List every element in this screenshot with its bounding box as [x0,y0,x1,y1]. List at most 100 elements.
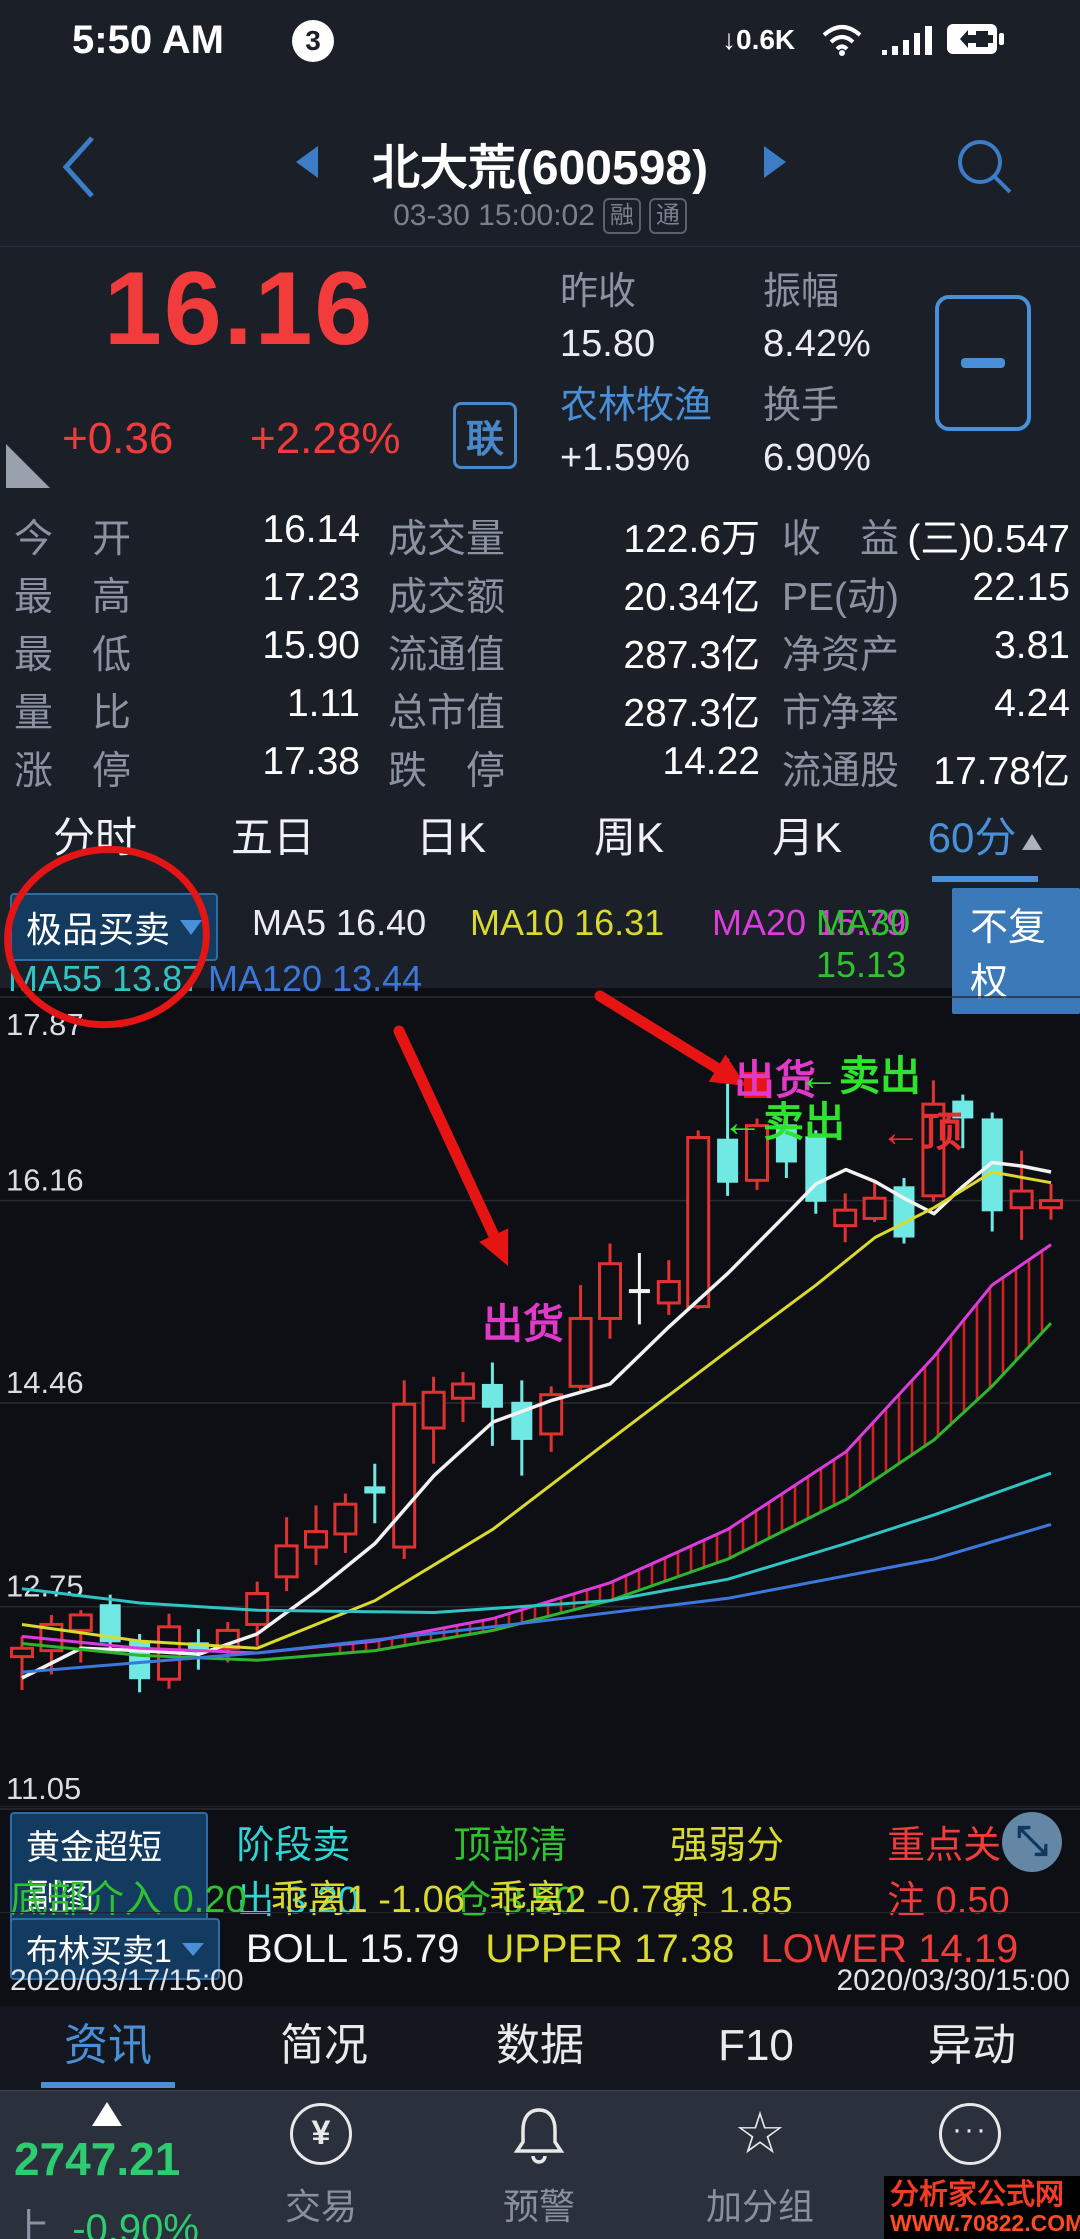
sub1-stat: 乖离2 -0.78 [489,1868,683,1923]
turnover-value: 6.90% [763,438,871,478]
corner-fold-decoration [6,444,50,488]
index-value[interactable]: 2747.21 [14,2132,180,2186]
alert-button[interactable]: 预警 [469,2104,609,2230]
chevron-down-icon [182,1943,204,1956]
tab-weekly-k[interactable]: 周K [540,806,718,882]
minus-icon [961,358,1005,368]
grid-row: 最 高17.23 成交额20.34亿 PE(动)22.15 [0,566,1080,624]
bull-band-hatch [340,1251,1042,1654]
annotation-text: ←卖出 [798,1053,921,1099]
more-icon: ··· [939,2103,1001,2165]
candle-up [70,1615,91,1630]
prev-close-label: 昨收 [560,272,636,312]
candle-up [306,1532,327,1547]
index-change: 上 -0.90% [10,2196,199,2239]
candlestick-chart[interactable]: 17.8716.1614.4612.7511.05出货←卖出←卖出←顶出货 [0,988,1080,1814]
date-start: 2020/03/17/15:00 [10,1964,244,1998]
annotation-text: ←顶 [880,1109,962,1155]
ma-line-ma5 [22,1163,1051,1679]
sector-change: +1.59% [560,438,690,478]
candle-up [600,1264,621,1319]
watermark-url: WWW.70822.COM [890,2210,1080,2236]
trade-button[interactable]: ¥ 交易 [251,2104,391,2230]
candle-up [1011,1191,1032,1208]
price-change: +0.36 [62,414,173,464]
annotation-text: 出货 [482,1301,564,1347]
tab-movement[interactable]: 异动 [864,2006,1080,2090]
ma10-value: MA10 16.31 [470,902,664,944]
candle-up [453,1384,474,1398]
search-icon[interactable] [952,134,1018,200]
grid-row: 最 低15.90 流通值287.3亿 净资产3.81 [0,624,1080,682]
wifi-icon [820,22,864,58]
ma-line-ma10 [22,1172,1051,1648]
stock-title: 北大荒(600598) [0,128,1080,198]
watermark-title: 分析家公式网 [890,2180,1080,2210]
tab-data[interactable]: 数据 [432,2006,648,2090]
sub1-stat: 强弱分界 1.85 [670,1814,863,1924]
sub-indicator-1-row2: 底部介入 0.20 乖离1 -1.06 乖离2 -0.78 [10,1868,683,1923]
clock: 5:50 AM [72,18,224,63]
candle-up [276,1546,297,1577]
candle-up [864,1198,885,1218]
tab-60min[interactable]: 60分 [896,806,1074,882]
grid-row: 量 比1.11 总市值287.3亿 市净率4.24 [0,682,1080,740]
sector-link[interactable]: 农林牧渔 [560,386,712,426]
securities-lending-badge: 通 [649,198,687,234]
price-change-pct: +2.28% [250,414,400,464]
tab-monthly-k[interactable]: 月K [718,806,896,882]
candle-up [394,1404,415,1547]
sub1-stat: 乖离1 -1.06 [271,1868,465,1923]
more-button[interactable]: ··· [900,2104,1040,2178]
star-icon: ☆ [734,2106,786,2162]
tab-f10[interactable]: F10 [648,2006,864,2090]
active-tab-underline [41,2082,175,2088]
candle-up [423,1392,444,1428]
collapse-panel-button[interactable] [935,295,1031,431]
add-group-button[interactable]: ☆ 加分组 [690,2104,830,2230]
candle-down [364,1486,385,1493]
expand-chart-button[interactable]: ⤡ [1002,1812,1062,1872]
amplitude-label: 振幅 [763,272,839,312]
ma30-value: MA30 15.13 [816,902,948,986]
candle-up [570,1318,591,1386]
grid-row: 今 开16.14 成交量122.6万 收 益(三)0.547 [0,508,1080,566]
network-speed: ↓0.6K [722,24,795,56]
bottom-tab-bar: 资讯 简况 数据 F10 异动 [0,2006,1080,2090]
watermark: 分析家公式网 WWW.70822.COM [884,2176,1080,2239]
prev-close-value: 15.80 [560,324,655,364]
ma5-value: MA5 16.40 [252,902,426,944]
active-tab-underline [932,876,1038,882]
candle-up [658,1282,679,1303]
candle-down [717,1139,738,1183]
candle-up [835,1210,856,1225]
current-price: 16.16 [104,250,374,369]
tab-daily-k[interactable]: 日K [362,806,540,882]
status-bar: 5:50 AM 3 ↓0.6K [0,0,1080,80]
annotation-arrow [600,996,717,1068]
bell-icon [511,2104,567,2164]
quote-timestamp-row: 03-30 15:00:02融通 [0,198,1080,234]
quote-timestamp: 03-30 15:00:02 [393,199,595,232]
amplitude-value: 8.42% [763,324,871,364]
yuan-icon: ¥ [290,2103,352,2165]
next-stock-button[interactable] [764,146,786,178]
y-tick-label: 11.05 [6,1771,81,1806]
annotation-text: ←卖出 [722,1099,845,1145]
signal-bars-icon [880,22,936,58]
margin-badge: 融 [603,198,641,234]
tab-news[interactable]: 资讯 [0,2006,216,2090]
grid-row: 涨 停17.38 跌 停14.22 流通股17.78亿 [0,740,1080,798]
divider [0,1806,1080,1807]
candle-up [688,1137,709,1306]
annotation-arrow [399,1031,494,1235]
candle-up [1041,1201,1062,1208]
tab-5day[interactable]: 五日 [184,806,362,882]
divider [0,246,1080,247]
tab-profile[interactable]: 简况 [216,2006,432,2090]
linked-quote-badge[interactable]: 联 [453,402,517,469]
date-end: 2020/03/30/15:00 [836,1964,1070,1998]
y-tick-label: 16.16 [6,1163,84,1198]
index-expand-arrow[interactable] [92,2102,122,2126]
candle-up [335,1504,356,1534]
